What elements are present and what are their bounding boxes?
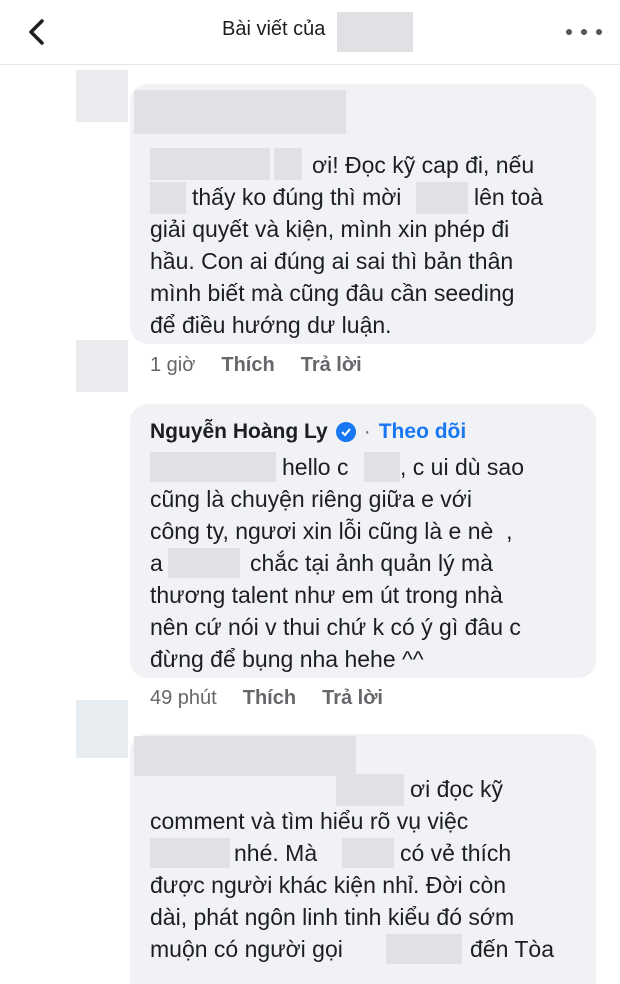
redacted-text <box>386 934 462 964</box>
comment-text: để điều hướng dư luận. <box>150 312 392 338</box>
redacted-text <box>150 182 186 214</box>
comment-header: Nguyễn Hoàng Ly · Theo dõi <box>150 420 466 444</box>
page-title: Bài viết của <box>222 18 326 40</box>
author-name[interactable]: Nguyễn Hoàng Ly <box>150 420 328 444</box>
comment-time: 1 giờ <box>150 354 196 376</box>
comment-text: giải quyết và kiện, mình xin phép đi <box>150 216 510 242</box>
comment-text: hello c <box>282 454 349 480</box>
top-bar: Bài viết của <box>0 0 620 65</box>
avatar[interactable] <box>76 700 128 758</box>
reply-button[interactable]: Trả lời <box>322 687 383 710</box>
comment-text: , c ui dù sao <box>400 454 525 480</box>
comment-time: 49 phút <box>150 687 217 709</box>
comment-text: có vẻ thích <box>400 840 512 866</box>
comment-text: thương talent như em út trong nhà <box>150 582 503 608</box>
more-horizontal-icon <box>566 29 572 35</box>
redacted-name <box>134 736 356 776</box>
redacted-text <box>342 838 394 868</box>
redacted-text <box>150 838 230 868</box>
redacted-text <box>150 452 276 482</box>
like-button[interactable]: Thích <box>243 687 296 710</box>
comment-text: đừng để bụng nha hehe ^^ <box>150 646 424 672</box>
follow-button[interactable]: Theo dõi <box>379 420 467 444</box>
comment-text: chắc tại ảnh quản lý mà <box>250 550 493 576</box>
comment-text: nhé. Mà <box>234 840 318 866</box>
redacted-text <box>416 182 468 214</box>
comment-text: muộn có người gọi <box>150 936 343 962</box>
redacted-text <box>150 148 270 180</box>
comment-text: nên cứ nói v thui chứ k có ý gì đâu c <box>150 614 521 640</box>
comment-text: hầu. Con ai đúng ai sai thì bản thân <box>150 248 514 274</box>
comment-text: mình biết mà cũng đâu cần seeding <box>150 280 515 306</box>
comment-text: comment và tìm hiểu rõ vụ việc <box>150 808 469 834</box>
back-button[interactable] <box>18 14 54 50</box>
comment-text: ơi! Đọc kỹ cap đi, nếu <box>312 152 535 178</box>
comment-meta: 1 giờ Thích Trả lời <box>150 354 362 377</box>
comment-text: thấy ko đúng thì mời <box>192 184 402 210</box>
comment-text: công ty, ngươi xin lỗi cũng là e nè , <box>150 518 513 544</box>
more-options-button[interactable] <box>566 20 602 44</box>
separator: · <box>363 420 371 443</box>
redacted-text <box>274 148 302 180</box>
comment-text: ơi đọc kỹ <box>410 776 504 802</box>
verified-badge-icon <box>335 422 356 442</box>
redacted-text <box>168 548 240 578</box>
avatar[interactable] <box>76 70 128 122</box>
comment-meta: 49 phút Thích Trả lời <box>150 687 383 710</box>
redacted-text <box>364 452 400 482</box>
redacted-name <box>337 12 413 52</box>
reply-button[interactable]: Trả lời <box>301 354 362 377</box>
avatar[interactable] <box>76 340 128 392</box>
like-button[interactable]: Thích <box>221 354 274 377</box>
comment-text: được người khác kiện nhỉ. Đời còn <box>150 872 507 898</box>
comment-text: cũng là chuyện riêng giữa e với <box>150 486 472 512</box>
redacted-text <box>336 774 404 806</box>
comment-text: dài, phát ngôn linh tinh kiểu đó sớm <box>150 904 515 930</box>
chevron-left-icon <box>29 19 44 45</box>
redacted-name <box>134 90 346 134</box>
comment-text: lên toà <box>474 184 544 210</box>
comment-text: đến Tòa <box>470 936 554 962</box>
comment-text: a <box>150 550 163 576</box>
